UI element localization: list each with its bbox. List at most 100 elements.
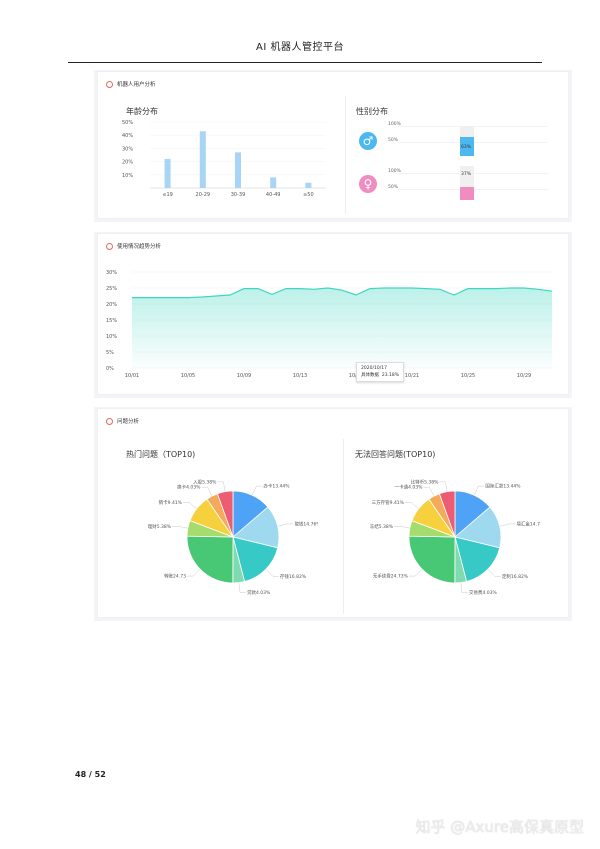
- pie-slice-label: 办卡13.44%: [263, 483, 290, 490]
- user-group-icon: [106, 80, 113, 88]
- pie-leader-line: [405, 502, 419, 509]
- age-bar: [164, 158, 171, 188]
- pie-slice-label: 交易费4.03%: [469, 589, 498, 596]
- x-tick-label: 10/09: [237, 373, 251, 379]
- pie-slice-label: 国际汇款13.44%: [485, 483, 521, 490]
- pie-slice: [186, 535, 234, 584]
- pie-leader-line: [487, 569, 501, 577]
- unanswered-questions-title: 无法回答问题(TOP10): [355, 450, 436, 459]
- issue-analysis-panel: 问题分析 热门问题（TOP10) 无法回答问题(TOP10) 办卡13.44% 取…: [98, 409, 568, 617]
- x-tick-label: ≤19: [162, 192, 173, 198]
- y-tick-label: 20%: [122, 160, 133, 166]
- chart-tooltip: 2020/10/17 具体数据 23.18%: [356, 362, 405, 382]
- pie-slice-label: 无手续费24.73%: [373, 573, 409, 580]
- x-tick-label: 10/29: [517, 373, 531, 379]
- y-tick-label: 10%: [106, 334, 117, 340]
- card-divider: [343, 439, 344, 614]
- usage-trend-heading: 使用情况趋势分析: [117, 244, 162, 250]
- female-bar-label: 37%: [461, 172, 472, 177]
- pie-slice-label: 三方存管9.41%: [372, 499, 405, 506]
- female-bar: [460, 187, 474, 200]
- user-analysis-header: 机器人用户分析: [106, 80, 156, 88]
- age-bar: [305, 182, 312, 188]
- pie-leader-line: [217, 481, 226, 492]
- pie-leader-line: [172, 526, 188, 529]
- y-tick-label: 40%: [122, 133, 133, 139]
- pie-leader-line: [499, 523, 516, 527]
- x-tick-label: 40-49: [266, 192, 281, 198]
- y-tick-label: 50%: [122, 120, 133, 126]
- x-tick-label: 10/25: [461, 373, 475, 379]
- pie-slice-label: 境汇金14.76%: [516, 520, 540, 527]
- x-tick-label: 20-29: [196, 192, 211, 198]
- female-tick-50: 50%: [388, 185, 399, 190]
- card-divider: [345, 96, 346, 214]
- usage-trend-panel: 使用情况趋势分析 0% 5% 10% 15% 20% 25% 30% 10/01 10/05 10…: [98, 234, 568, 394]
- y-tick-label: 0%: [106, 366, 114, 372]
- usage-trend-header: 使用情况趋势分析: [106, 242, 161, 250]
- user-analysis-panel: 机器人用户分析 年龄分布 10% 20% 30% 40% 50% ≤19 20-29 30-3…: [98, 72, 568, 218]
- y-tick-label: 10%: [122, 173, 133, 179]
- tooltip-value: 23.18%: [381, 373, 400, 378]
- pie-slice-label: 冻结5.38%: [370, 523, 394, 530]
- pie-slice-label: 理财5.38%: [148, 523, 172, 530]
- watermark: 知乎 @Axure高保真原型: [415, 818, 584, 836]
- hot-questions-pie: 办卡13.44% 取钱14.76% 存钱16.82% 贷款4.03% 转账24.73 理财…: [148, 479, 318, 596]
- y-tick-label: 15%: [106, 318, 117, 324]
- pie-slice-label: 入股5.38%: [193, 479, 217, 485]
- male-bar-label: 63%: [461, 145, 472, 150]
- user-group-icon: [106, 417, 113, 425]
- pie-leader-line: [460, 582, 468, 593]
- document-title: AI 机器人管控平台: [256, 42, 344, 53]
- pie-leader-line: [265, 569, 279, 577]
- y-tick-label: 30%: [122, 146, 133, 152]
- female-icon: ♀: [359, 175, 377, 193]
- y-tick-label: 5%: [106, 350, 114, 356]
- x-tick-label: ≥50: [303, 192, 314, 198]
- pie-leader-line: [474, 485, 485, 496]
- x-tick-label: 10/21: [405, 373, 419, 379]
- hot-questions-title: 热门问题（TOP10): [126, 450, 196, 459]
- age-bar: [235, 152, 241, 188]
- pie-slice-label: 贷款4.03%: [247, 589, 271, 596]
- pie-leader-line: [439, 481, 448, 492]
- y-tick-label: 30%: [106, 270, 117, 276]
- age-chart-title: 年龄分布: [126, 107, 158, 116]
- pie-leader-line: [187, 569, 201, 577]
- age-distribution-chart: 10% 20% 30% 40% 50% ≤19 20-29 30-39 40-49 ≥50: [122, 120, 326, 198]
- page-number: 48 / 52: [75, 770, 106, 779]
- pie-leader-line: [277, 523, 294, 527]
- title-divider: [68, 62, 542, 63]
- age-bar: [199, 131, 206, 188]
- pie-slice-label: 转账24.73: [164, 573, 186, 580]
- trend-area: [132, 288, 552, 368]
- tooltip-date: 2020/10/17: [361, 366, 387, 371]
- pie-leader-line: [252, 485, 263, 496]
- pie-leader-line: [394, 526, 410, 529]
- pie-slice-label: 取钱14.76%: [294, 520, 318, 527]
- issue-analysis-heading: 问题分析: [117, 419, 140, 425]
- user-analysis-heading: 机器人用户分析: [117, 82, 156, 88]
- pie-leader-line: [238, 582, 246, 593]
- y-tick-label: 25%: [106, 286, 117, 292]
- female-bar-track: 37%: [460, 166, 474, 200]
- x-tick-label: 10/05: [181, 373, 195, 379]
- pie-slice: [408, 535, 456, 584]
- issue-analysis-header: 问题分析: [106, 417, 139, 425]
- male-bar-track: 63%: [460, 126, 474, 156]
- x-tick-label: 10/13: [293, 373, 307, 379]
- male-tick-50: 50%: [388, 138, 399, 143]
- x-tick-label: 30-39: [231, 192, 246, 198]
- gender-chart-title: 性别分布: [356, 107, 388, 116]
- pie-leader-line: [409, 569, 423, 577]
- pie-slice-label: 销卡9.41%: [159, 499, 183, 506]
- y-tick-label: 20%: [106, 302, 117, 308]
- pie-slice-label: 存钱16.82%: [280, 573, 307, 580]
- usage-trend-chart: 0% 5% 10% 15% 20% 25% 30% 10/01 10/05 10/09 10/13 1…: [106, 270, 553, 379]
- pie-slice-label: 比特币5.38%: [411, 478, 440, 485]
- pie-leader-line: [423, 487, 435, 497]
- tooltip-label: 具体数据: [361, 373, 379, 378]
- unanswered-questions-pie: 国际汇款13.44% 境汇金14.76% 定制16.82% 交易费4.03% 无手续费2…: [370, 478, 540, 596]
- pie-leader-line: [201, 487, 213, 497]
- x-tick-label: 10/01: [125, 373, 139, 379]
